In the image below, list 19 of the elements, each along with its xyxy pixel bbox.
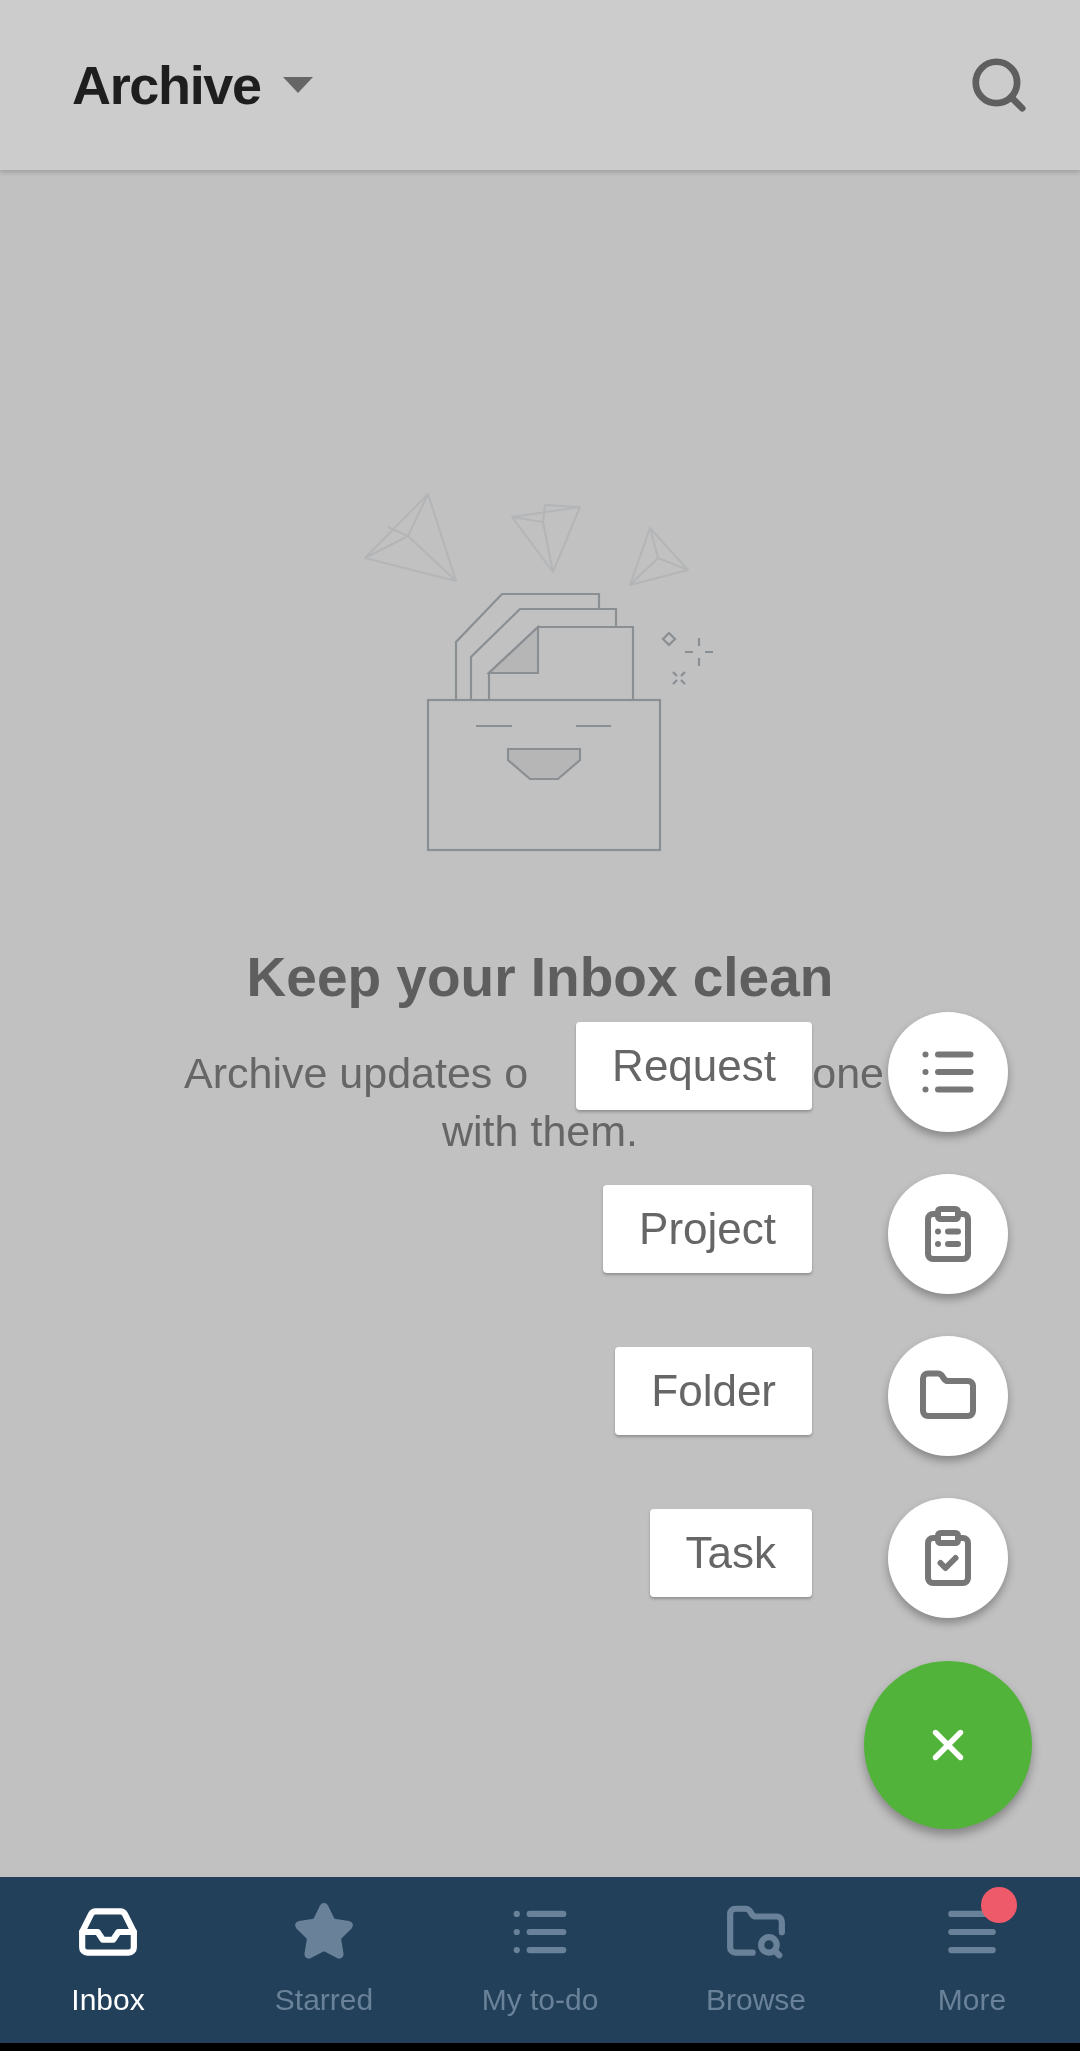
empty-state-headline: Keep your Inbox clean (246, 945, 834, 1010)
fab-action-button[interactable] (888, 1012, 1008, 1132)
nav-label: Browse (705, 1982, 806, 2018)
fab-action-button[interactable] (888, 1174, 1008, 1294)
fab-action-button[interactable] (888, 1336, 1008, 1456)
fab-action-label[interactable]: Folder (615, 1347, 812, 1435)
empty-state-description: Archive updates o (184, 1047, 529, 1099)
fab-action-label[interactable]: Task (649, 1509, 812, 1597)
nav-label: Starred (274, 1982, 374, 2018)
empty-state-description: one (812, 1047, 884, 1099)
nav-tab[interactable]: Inbox (0, 1877, 216, 2043)
nav-label: My to-do (481, 1982, 599, 2018)
dropdown-caret-icon[interactable] (282, 77, 313, 93)
fab-action-button[interactable] (888, 1498, 1008, 1618)
nav-label: More (937, 1982, 1007, 2018)
fab-action-label[interactable]: Request (576, 1022, 812, 1110)
nav-label: Inbox (71, 1982, 145, 2018)
fab-action-label[interactable]: Project (603, 1185, 812, 1273)
page-title[interactable]: Archive (72, 44, 261, 126)
